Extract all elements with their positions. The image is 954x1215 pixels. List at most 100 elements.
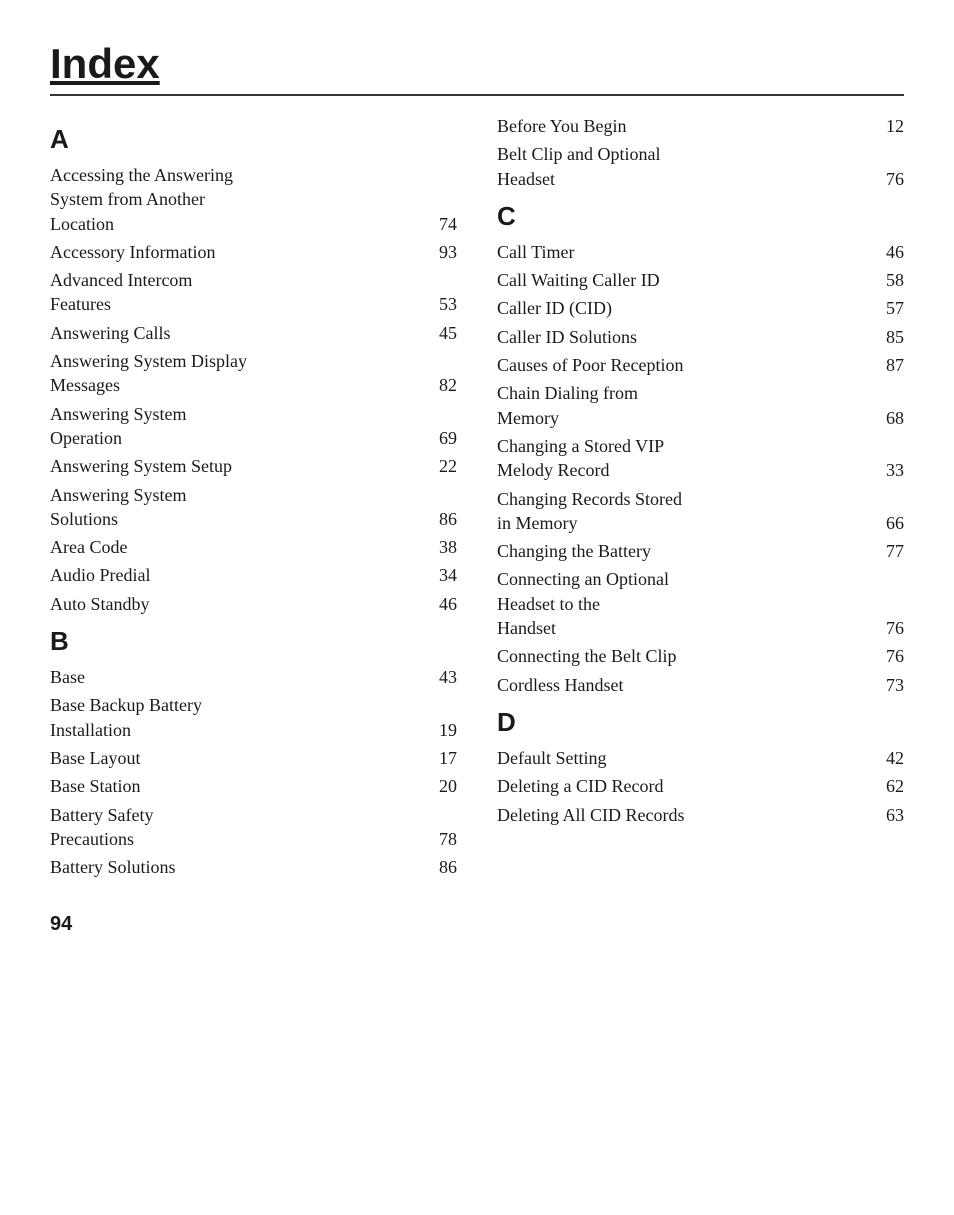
entry-page: 34 [427, 563, 457, 587]
entry-text: Caller ID (CID) [497, 296, 874, 320]
index-entry: Deleting a CID Record62 [497, 774, 904, 798]
entry-page: 93 [427, 240, 457, 264]
entry-text: Answering System Setup [50, 454, 427, 478]
entry-page: 66 [874, 511, 904, 535]
index-entry: Accessing the Answering System from Anot… [50, 163, 457, 236]
entry-text: Chain Dialing from Memory [497, 381, 874, 430]
index-entry: Base43 [50, 665, 457, 689]
index-entry: Deleting All CID Records63 [497, 803, 904, 827]
entry-page: 57 [874, 296, 904, 320]
entry-page: 17 [427, 746, 457, 770]
entry-text: Answering System Operation [50, 402, 427, 451]
entry-page: 76 [874, 644, 904, 668]
entry-text: Connecting an Optional Headset to the Ha… [497, 567, 874, 640]
entry-page: 33 [874, 458, 904, 482]
index-entry: Advanced Intercom Features53 [50, 268, 457, 317]
entry-page: 20 [427, 774, 457, 798]
index-entry: Answering System Setup22 [50, 454, 457, 478]
entry-text: Base Layout [50, 746, 427, 770]
index-entry: Chain Dialing from Memory68 [497, 381, 904, 430]
entry-text: Cordless Handset [497, 673, 874, 697]
index-entry: Belt Clip and Optional Headset76 [497, 142, 904, 191]
entry-page: 68 [874, 406, 904, 430]
entry-text: Answering System Display Messages [50, 349, 427, 398]
entry-page: 58 [874, 268, 904, 292]
entry-text: Call Timer [497, 240, 874, 264]
left-column: A Accessing the Answering System from Ano… [50, 114, 457, 883]
entry-text: Accessing the Answering System from Anot… [50, 163, 427, 236]
entry-page: 62 [874, 774, 904, 798]
right-column: Before You Begin12Belt Clip and Optional… [497, 114, 904, 883]
index-entry: Accessory Information93 [50, 240, 457, 264]
page-number: 94 [50, 913, 904, 936]
index-entry: Base Layout17 [50, 746, 457, 770]
entry-page: 12 [874, 114, 904, 138]
section-letter-a: A [50, 124, 457, 155]
entry-text: Call Waiting Caller ID [497, 268, 874, 292]
index-entry: Causes of Poor Reception87 [497, 353, 904, 377]
entry-text: Base Station [50, 774, 427, 798]
index-entry: Answering System Solutions86 [50, 483, 457, 532]
index-entry: Cordless Handset73 [497, 673, 904, 697]
index-entry: Changing Records Stored in Memory66 [497, 487, 904, 536]
entry-page: 86 [427, 507, 457, 531]
entry-page: 19 [427, 718, 457, 742]
index-entry: Battery Solutions86 [50, 855, 457, 879]
page-title: Index [50, 40, 904, 88]
entry-text: Deleting All CID Records [497, 803, 874, 827]
entry-text: Advanced Intercom Features [50, 268, 427, 317]
entry-page: 46 [874, 240, 904, 264]
entry-page: 45 [427, 321, 457, 345]
entry-page: 86 [427, 855, 457, 879]
entry-page: 22 [427, 454, 457, 478]
index-entry: Connecting an Optional Headset to the Ha… [497, 567, 904, 640]
index-entry: Answering System Display Messages82 [50, 349, 457, 398]
entry-page: 74 [427, 212, 457, 236]
index-entry: Before You Begin12 [497, 114, 904, 138]
entry-text: Base Backup Battery Installation [50, 693, 427, 742]
entry-page: 63 [874, 803, 904, 827]
index-entry: Battery Safety Precautions78 [50, 803, 457, 852]
entry-text: Belt Clip and Optional Headset [497, 142, 874, 191]
entry-text: Answering System Solutions [50, 483, 427, 532]
entry-page: 38 [427, 535, 457, 559]
entry-text: Causes of Poor Reception [497, 353, 874, 377]
index-entry: Audio Predial34 [50, 563, 457, 587]
index-entry: Answering Calls45 [50, 321, 457, 345]
entry-text: Auto Standby [50, 592, 427, 616]
entry-page: 46 [427, 592, 457, 616]
index-entry: Auto Standby46 [50, 592, 457, 616]
entry-text: Area Code [50, 535, 427, 559]
section-letter-c: C [497, 201, 904, 232]
index-entry: Caller ID (CID)57 [497, 296, 904, 320]
section-letter-d: D [497, 707, 904, 738]
entry-text: Default Setting [497, 746, 874, 770]
entry-page: 85 [874, 325, 904, 349]
entry-page: 43 [427, 665, 457, 689]
entry-text: Changing the Battery [497, 539, 874, 563]
index-entry: Default Setting42 [497, 746, 904, 770]
entry-text: Changing Records Stored in Memory [497, 487, 874, 536]
entry-page: 76 [874, 167, 904, 191]
entry-page: 76 [874, 616, 904, 640]
entry-text: Changing a Stored VIP Melody Record [497, 434, 874, 483]
index-entry: Call Waiting Caller ID58 [497, 268, 904, 292]
entry-page: 73 [874, 673, 904, 697]
entry-page: 82 [427, 373, 457, 397]
entry-page: 69 [427, 426, 457, 450]
entry-page: 87 [874, 353, 904, 377]
index-entry: Changing a Stored VIP Melody Record33 [497, 434, 904, 483]
index-columns: A Accessing the Answering System from Ano… [50, 114, 904, 883]
entry-text: Connecting the Belt Clip [497, 644, 874, 668]
entry-text: Caller ID Solutions [497, 325, 874, 349]
entry-text: Before You Begin [497, 114, 874, 138]
entry-text: Accessory Information [50, 240, 427, 264]
title-divider [50, 94, 904, 96]
entry-text: Answering Calls [50, 321, 427, 345]
entry-page: 53 [427, 292, 457, 316]
index-entry: Area Code38 [50, 535, 457, 559]
section-letter-b: B [50, 626, 457, 657]
entry-text: Battery Safety Precautions [50, 803, 427, 852]
entry-text: Audio Predial [50, 563, 427, 587]
index-entry: Changing the Battery77 [497, 539, 904, 563]
